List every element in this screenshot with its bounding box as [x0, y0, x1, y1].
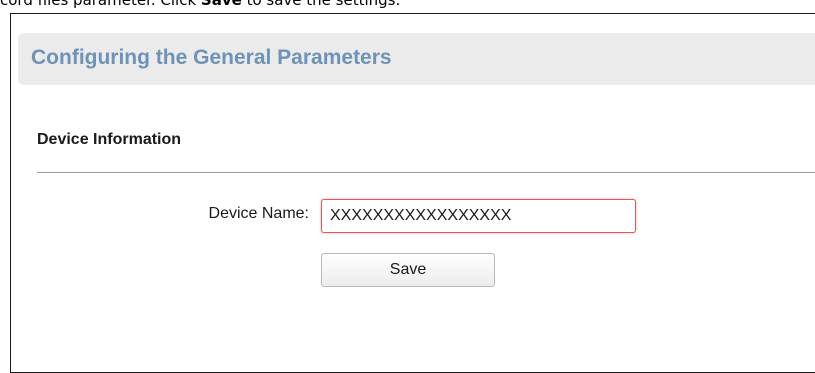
- section-title-device-information: Device Information: [37, 131, 182, 148]
- save-button[interactable]: Save: [321, 253, 495, 287]
- device-name-input[interactable]: [321, 199, 636, 233]
- device-name-label: Device Name:: [208, 205, 309, 222]
- document-instruction-text: cord files parameter. Click Save to save…: [0, 0, 815, 11]
- page-title: Configuring the General Parameters: [31, 46, 392, 69]
- instruction-suffix: to save the settings.: [241, 0, 401, 9]
- section-divider: [37, 172, 815, 173]
- screenshot-frame: Configuring the General Parameters Devic…: [10, 13, 815, 373]
- page-title-bar: Configuring the General Parameters: [18, 33, 815, 85]
- instruction-bold-save: Save: [200, 0, 242, 9]
- instruction-prefix: cord files parameter. Click: [0, 0, 201, 9]
